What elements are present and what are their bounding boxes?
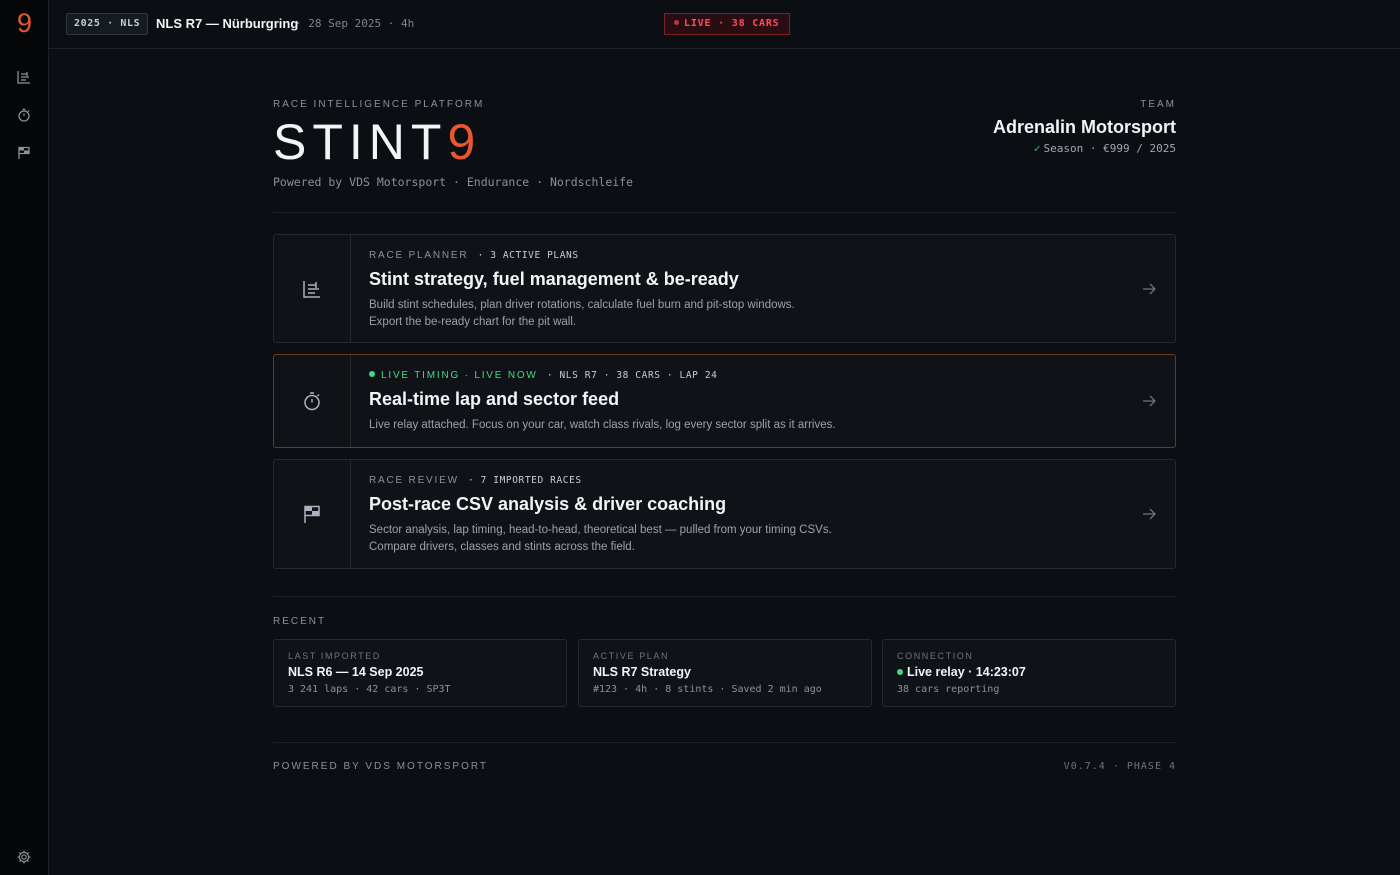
card-title: Real-time lap and sector feed — [369, 389, 620, 409]
arrow-right-icon — [1141, 506, 1157, 522]
recent-kicker: LAST IMPORTED — [288, 651, 381, 661]
recent-active-plan[interactable]: ACTIVE PLAN NLS R7 Strategy #123 · 4h · … — [578, 639, 872, 707]
card-kicker: RACE PLANNER · 3 ACTIVE PLANS — [369, 250, 579, 261]
team-label: TEAM — [1140, 99, 1176, 110]
recent-sub: 3 241 laps · 42 cars · SP3T — [288, 684, 451, 695]
recent-title-text: Live relay · 14:23:07 — [907, 665, 1026, 679]
divider — [273, 212, 1176, 213]
footer-powered-by: POWERED BY VDS MOTORSPORT — [273, 761, 489, 772]
recent-kicker: CONNECTION — [897, 651, 974, 661]
recent-title: NLS R7 Strategy — [593, 665, 691, 679]
season-chip[interactable]: 2025 · NLS — [66, 13, 149, 35]
card-description: Build stint schedules, plan driver rotat… — [369, 297, 1069, 330]
connection-dot-icon — [897, 669, 903, 675]
card-description-line: Live relay attached. Focus on your car, … — [369, 419, 836, 431]
brand-main: STINT — [273, 114, 448, 170]
card-kicker: LIVE TIMING · LIVE NOW · NLS R7 · 38 CAR… — [369, 370, 717, 381]
team-meta-text: Season · €999 / 2025 — [1043, 142, 1176, 155]
card-icon-box — [274, 235, 351, 342]
left-rail: 9 — [0, 0, 49, 875]
event-title: NLS R7 — Nürburgring — [156, 16, 299, 31]
card-description-line: Compare drivers, classes and stints acro… — [369, 540, 635, 553]
race-planner-card[interactable]: RACE PLANNER · 3 ACTIVE PLANS Stint stra… — [273, 234, 1176, 343]
race-review-card[interactable]: RACE REVIEW · 7 IMPORTED RACES Post-race… — [273, 459, 1176, 569]
planner-icon[interactable] — [16, 69, 32, 85]
footer-version: V0.7.4 · PHASE 4 — [1063, 761, 1176, 772]
recent-title: NLS R6 — 14 Sep 2025 — [288, 665, 424, 679]
card-icon-box — [274, 355, 351, 447]
planner-icon — [303, 280, 320, 298]
event-meta: · 28 Sep 2025 · 4h — [295, 17, 415, 30]
kicker-text: RACE PLANNER — [369, 250, 469, 261]
card-description-line: Build stint schedules, plan driver rotat… — [369, 299, 795, 311]
platform-eyebrow: RACE INTELLIGENCE PLATFORM — [273, 99, 485, 110]
kicker-text: RACE REVIEW — [369, 475, 459, 486]
flag-icon[interactable] — [16, 145, 32, 161]
recent-last-imported[interactable]: LAST IMPORTED NLS R6 — 14 Sep 2025 3 241… — [273, 639, 567, 707]
recent-title: Live relay · 14:23:07 — [897, 665, 1161, 679]
card-description: Sector analysis, lap timing, head-to-hea… — [369, 522, 1069, 555]
recent-kicker: ACTIVE PLAN — [593, 651, 670, 661]
card-title: Stint strategy, fuel management & be-rea… — [369, 269, 739, 289]
divider — [273, 742, 1176, 743]
live-dot-icon — [674, 20, 679, 25]
card-icon-box — [274, 460, 351, 568]
app-logo[interactable]: 9 — [0, 8, 49, 38]
stopwatch-icon[interactable] — [16, 107, 32, 123]
kicker-sub: · 3 ACTIVE PLANS — [477, 250, 579, 261]
live-dot-icon — [369, 371, 375, 377]
card-description: Live relay attached. Focus on your car, … — [369, 417, 1069, 434]
recent-sub: 38 cars reporting — [897, 684, 1000, 695]
settings-icon[interactable] — [16, 849, 32, 865]
brand-accent: 9 — [447, 114, 482, 170]
card-description-line: Export the be-ready chart for the pit wa… — [369, 315, 577, 328]
check-icon: ✓ — [1033, 142, 1041, 155]
recent-sub: #123 · 4h · 8 stints · Saved 2 min ago — [593, 684, 822, 695]
kicker-sub: · 7 IMPORTED RACES — [467, 475, 582, 486]
team-subscription: ✓ Season · €999 / 2025 — [1034, 142, 1176, 155]
arrow-right-icon — [1141, 393, 1157, 409]
card-title: Post-race CSV analysis & driver coaching — [369, 494, 727, 514]
top-bar: 2025 · NLS NLS R7 — Nürburgring · 28 Sep… — [49, 0, 1400, 49]
kicker-sub: · NLS R7 · 38 CARS · LAP 24 — [546, 370, 718, 381]
card-kicker: RACE REVIEW · 7 IMPORTED RACES — [369, 475, 582, 486]
kicker-text: LIVE TIMING · LIVE NOW — [381, 370, 538, 381]
live-status-text: LIVE · 38 CARS — [684, 18, 780, 29]
live-timing-card[interactable]: LIVE TIMING · LIVE NOW · NLS R7 · 38 CAR… — [273, 354, 1176, 448]
stopwatch-icon — [304, 392, 320, 411]
arrow-right-icon — [1141, 281, 1157, 297]
recent-connection[interactable]: CONNECTION Live relay · 14:23:07 38 cars… — [882, 639, 1176, 707]
team-name: Adrenalin Motorsport — [993, 117, 1176, 137]
flag-icon — [304, 505, 320, 523]
divider — [273, 596, 1176, 597]
powered-by-line: Powered by VDS Motorsport · Endurance · … — [273, 175, 634, 189]
recent-section-title: RECENT — [273, 616, 327, 627]
brand-wordmark: STINT9 — [273, 113, 481, 171]
card-description-line: Sector analysis, lap timing, head-to-hea… — [369, 524, 832, 536]
live-status-badge[interactable]: LIVE · 38 CARS — [664, 13, 790, 35]
